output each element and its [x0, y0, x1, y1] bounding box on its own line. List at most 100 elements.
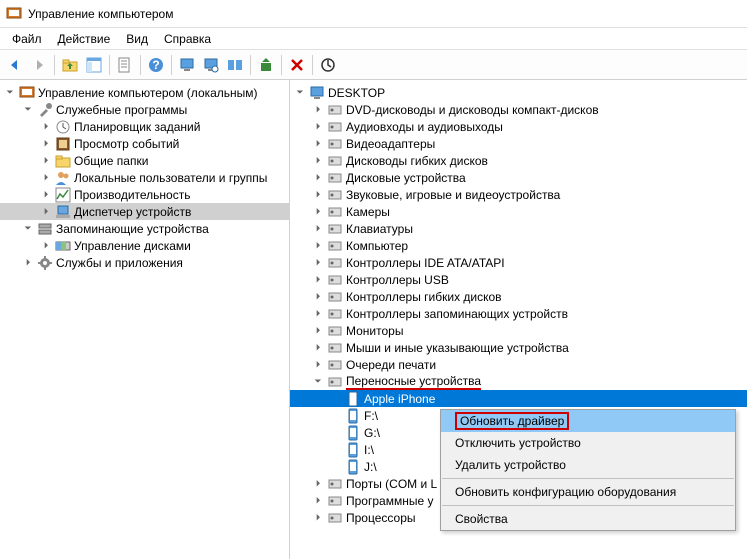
- expander-icon[interactable]: [40, 155, 52, 167]
- expander-icon[interactable]: [40, 206, 52, 218]
- expander-icon[interactable]: [312, 512, 324, 524]
- menu-action[interactable]: Действие: [50, 30, 119, 48]
- expander-icon[interactable]: [312, 172, 324, 184]
- left-node-0[interactable]: Служебные программы: [0, 101, 289, 118]
- expander-icon[interactable]: [312, 291, 324, 303]
- device-category-8[interactable]: Компьютер: [290, 237, 747, 254]
- cat-icon: [327, 510, 343, 526]
- menu-item-label: Обновить драйвер: [455, 412, 569, 430]
- expander-icon[interactable]: [312, 189, 324, 201]
- device-category-1[interactable]: Аудиовходы и аудиовыходы: [290, 118, 747, 135]
- tree-label: Дисковые устройства: [346, 171, 466, 185]
- expander-icon[interactable]: [22, 223, 34, 235]
- left-tree-pane: Управление компьютером (локальным)Служеб…: [0, 80, 290, 559]
- device-root[interactable]: DESKTOP: [290, 84, 747, 101]
- toolbar-separator: [54, 55, 55, 75]
- left-child-0-2[interactable]: Общие папки: [0, 152, 289, 169]
- help-button[interactable]: ?: [145, 54, 167, 76]
- properties-button[interactable]: [114, 54, 136, 76]
- tree-label: Переносные устройства: [346, 374, 481, 390]
- context-menu-item-0[interactable]: Обновить драйвер: [441, 410, 735, 432]
- up-button[interactable]: [59, 54, 81, 76]
- users-icon: [55, 170, 71, 186]
- device-category-13[interactable]: Мониторы: [290, 322, 747, 339]
- device-item-16-0[interactable]: Apple iPhone: [290, 390, 747, 407]
- delete-button[interactable]: [286, 54, 308, 76]
- expander-icon[interactable]: [312, 155, 324, 167]
- expander-icon[interactable]: [312, 376, 324, 388]
- left-root[interactable]: Управление компьютером (локальным): [0, 84, 289, 101]
- expander-icon[interactable]: [312, 495, 324, 507]
- device-category-7[interactable]: Клавиатуры: [290, 220, 747, 237]
- device-category-2[interactable]: Видеоадаптеры: [290, 135, 747, 152]
- context-menu-item-2[interactable]: Удалить устройство: [441, 454, 735, 476]
- left-child-0-5[interactable]: Диспетчер устройств: [0, 203, 289, 220]
- expander-icon[interactable]: [312, 206, 324, 218]
- expander-icon[interactable]: [40, 172, 52, 184]
- expander-icon[interactable]: [330, 461, 342, 473]
- device-category-15[interactable]: Очереди печати: [290, 356, 747, 373]
- expander-icon[interactable]: [40, 240, 52, 252]
- expander-icon[interactable]: [4, 87, 16, 99]
- show-hide-console-button[interactable]: [83, 54, 105, 76]
- expander-icon[interactable]: [312, 478, 324, 490]
- expander-icon[interactable]: [22, 257, 34, 269]
- dm-view2-button[interactable]: [200, 54, 222, 76]
- device-category-0[interactable]: DVD-дисководы и дисководы компакт-дисков: [290, 101, 747, 118]
- left-node-1[interactable]: Запоминающие устройства: [0, 220, 289, 237]
- device-category-9[interactable]: Контроллеры IDE ATA/ATAPI: [290, 254, 747, 271]
- scan-hardware-button[interactable]: [317, 54, 339, 76]
- device-category-4[interactable]: Дисковые устройства: [290, 169, 747, 186]
- cat-icon: [327, 204, 343, 220]
- expander-icon[interactable]: [312, 240, 324, 252]
- menubar: Файл Действие Вид Справка: [0, 28, 747, 50]
- tree-label: Дисководы гибких дисков: [346, 154, 488, 168]
- context-menu-item-6[interactable]: Свойства: [441, 508, 735, 530]
- expander-icon[interactable]: [312, 359, 324, 371]
- left-child-0-3[interactable]: Локальные пользователи и группы: [0, 169, 289, 186]
- device-category-14[interactable]: Мыши и иные указывающие устройства: [290, 339, 747, 356]
- expander-icon[interactable]: [40, 121, 52, 133]
- device-category-10[interactable]: Контроллеры USB: [290, 271, 747, 288]
- expander-icon[interactable]: [312, 223, 324, 235]
- tree-label: Видеоадаптеры: [346, 137, 435, 151]
- expander-icon[interactable]: [312, 138, 324, 150]
- device-category-3[interactable]: Дисководы гибких дисков: [290, 152, 747, 169]
- left-child-0-1[interactable]: Просмотр событий: [0, 135, 289, 152]
- menu-view[interactable]: Вид: [118, 30, 156, 48]
- left-child-0-0[interactable]: Планировщик заданий: [0, 118, 289, 135]
- expander-icon[interactable]: [330, 427, 342, 439]
- expander-icon[interactable]: [312, 257, 324, 269]
- expander-icon[interactable]: [312, 121, 324, 133]
- left-node-2[interactable]: Службы и приложения: [0, 254, 289, 271]
- expander-icon[interactable]: [330, 393, 342, 405]
- expander-icon[interactable]: [312, 342, 324, 354]
- device-category-11[interactable]: Контроллеры гибких дисков: [290, 288, 747, 305]
- expander-icon[interactable]: [330, 444, 342, 456]
- expander-icon[interactable]: [312, 104, 324, 116]
- dm-view3-button[interactable]: [224, 54, 246, 76]
- back-button[interactable]: [4, 54, 26, 76]
- cat-icon: [327, 272, 343, 288]
- expander-icon[interactable]: [40, 189, 52, 201]
- expander-icon[interactable]: [330, 410, 342, 422]
- left-child-0-4[interactable]: Производительность: [0, 186, 289, 203]
- expander-icon[interactable]: [312, 325, 324, 337]
- device-category-16[interactable]: Переносные устройства: [290, 373, 747, 390]
- expander-icon[interactable]: [312, 308, 324, 320]
- dm-view1-button[interactable]: [176, 54, 198, 76]
- menu-help[interactable]: Справка: [156, 30, 219, 48]
- device-category-5[interactable]: Звуковые, игровые и видеоустройства: [290, 186, 747, 203]
- forward-button[interactable]: [28, 54, 50, 76]
- context-menu-item-4[interactable]: Обновить конфигурацию оборудования: [441, 481, 735, 503]
- menu-file[interactable]: Файл: [4, 30, 50, 48]
- device-category-6[interactable]: Камеры: [290, 203, 747, 220]
- expander-icon[interactable]: [294, 87, 306, 99]
- left-child-1-0[interactable]: Управление дисками: [0, 237, 289, 254]
- expander-icon[interactable]: [22, 104, 34, 116]
- context-menu-item-1[interactable]: Отключить устройство: [441, 432, 735, 454]
- device-category-12[interactable]: Контроллеры запоминающих устройств: [290, 305, 747, 322]
- dm-update-button[interactable]: [255, 54, 277, 76]
- expander-icon[interactable]: [312, 274, 324, 286]
- expander-icon[interactable]: [40, 138, 52, 150]
